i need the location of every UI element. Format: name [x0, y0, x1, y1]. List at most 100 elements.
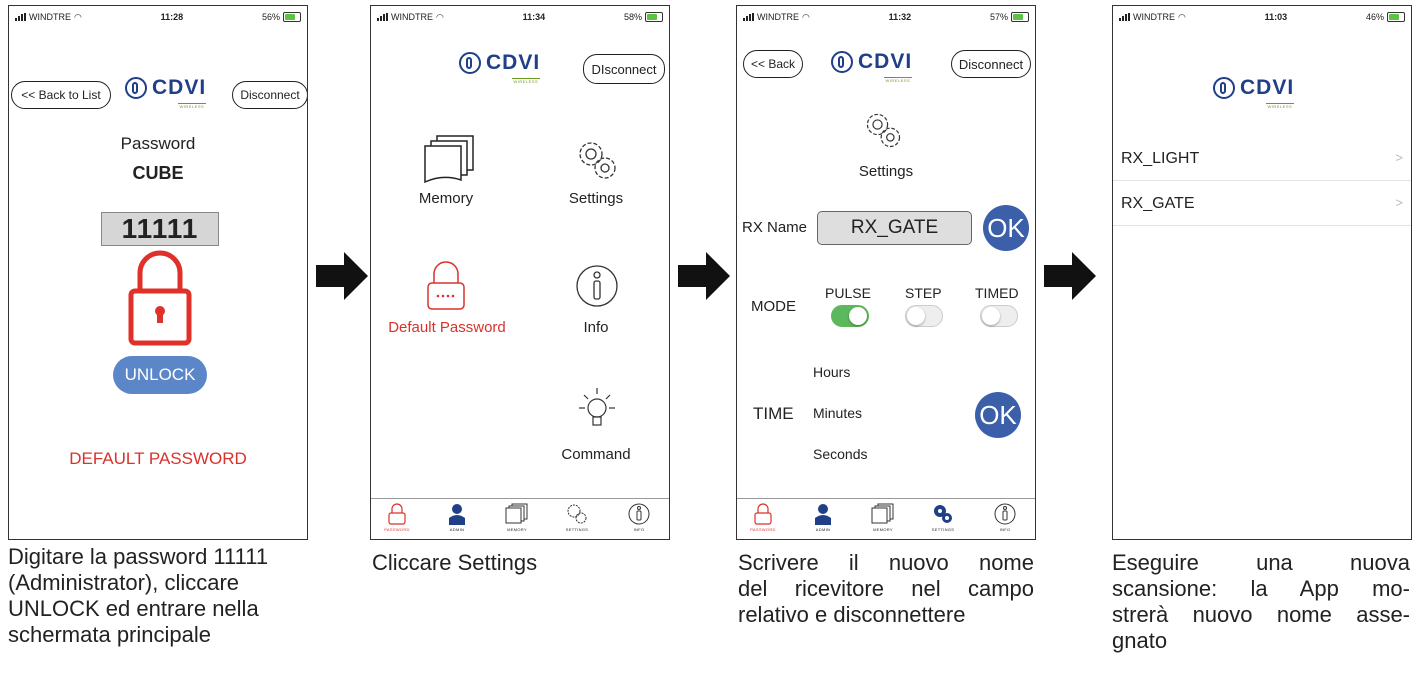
time-label: TIME: [753, 404, 794, 423]
mode-step-label: STEP: [905, 285, 942, 301]
wifi-icon: ◠: [1178, 11, 1186, 22]
menu-command[interactable]: Command: [551, 386, 641, 466]
menu-info[interactable]: Info: [551, 264, 641, 344]
menu-settings-label: Settings: [568, 190, 624, 207]
signal-icon: [15, 13, 26, 21]
menu-command-label: Command: [561, 446, 631, 463]
cdvi-logo: CDVI WIRELESS: [125, 76, 207, 109]
rx-name-label: RX Name: [742, 219, 808, 236]
device-row-rx-light[interactable]: RX_LIGHT >: [1113, 136, 1411, 181]
tab-memory[interactable]: MEMORY: [497, 503, 537, 532]
memory-icon: [505, 503, 528, 524]
pulse-toggle[interactable]: [831, 305, 869, 327]
admin-user-icon: [449, 504, 465, 525]
time-ok-button[interactable]: OK: [975, 392, 1021, 438]
tab-password[interactable]: PASSWORD: [377, 503, 417, 532]
disconnect-button[interactable]: DIsconnect: [583, 54, 665, 84]
tab-info[interactable]: INFO: [619, 503, 659, 532]
settings-gears-icon: [866, 113, 901, 148]
screen-settings: WINDTRE ◠ 11:32 57% << Back CDVI WIRELESS…: [736, 5, 1036, 540]
status-bar: WINDTRE ◠ 11:32 57%: [743, 10, 1029, 24]
settings-gears-icon: [567, 504, 587, 524]
caption-step-3: Scrivere il nuovo nome del ricevitore ne…: [738, 550, 1034, 627]
admin-user-icon: [815, 504, 831, 525]
tab-settings[interactable]: SETTINGS: [557, 503, 597, 532]
caption-step-1: Digitare la password 11111 (Administrato…: [8, 544, 269, 647]
chevron-right-icon: >: [1395, 195, 1403, 210]
tab-memory[interactable]: MEMORY: [863, 503, 903, 532]
lock-icon: [754, 503, 772, 525]
timed-toggle[interactable]: [980, 305, 1018, 327]
signal-icon: [377, 13, 388, 21]
device-name: RX_GATE: [1121, 195, 1195, 212]
screen-main-menu: WINDTRE ◠ 11:34 58% CDVI WIRELESS DIsconn…: [370, 5, 670, 540]
memory-icon: [424, 135, 474, 184]
lightbulb-icon: [579, 388, 615, 426]
cdvi-logo: CDVI WIRELESS: [459, 51, 541, 84]
unlock-button[interactable]: UNLOCK: [113, 356, 207, 394]
cdvi-logo: CDVI WIRELESS: [831, 50, 913, 83]
menu-info-label: Info: [583, 319, 609, 336]
time-minutes-label: Minutes: [813, 405, 863, 421]
time-hours-label: Hours: [813, 364, 851, 380]
time-seconds-label: Seconds: [813, 446, 868, 462]
screen-device-list: WINDTRE ◠ 11:03 46% CDVI WIRELESS RX_LIGH…: [1112, 5, 1412, 540]
menu-memory-label: Memory: [418, 190, 474, 207]
device-name: CUBE: [132, 163, 184, 183]
caption-step-2: Cliccare Settings: [372, 550, 538, 575]
clock: 11:28: [160, 12, 184, 22]
battery-percent: 58%: [623, 12, 642, 22]
caption-step-4: Eseguire una nuova scansione: la App mo-…: [1112, 550, 1410, 653]
cdvi-logo-icon: [1213, 77, 1235, 99]
cdvi-logo-icon: [831, 51, 853, 73]
memory-icon: [871, 503, 894, 524]
settings-gears-icon: [579, 142, 616, 179]
clock: 11:32: [888, 12, 912, 22]
status-bar: WINDTRE ◠ 11:28 56%: [15, 10, 301, 24]
menu-default-password-label: Default Password: [388, 319, 506, 336]
device-row-rx-gate[interactable]: RX_GATE >: [1113, 181, 1411, 226]
battery-icon: [283, 12, 301, 22]
carrier: WINDTRE: [757, 12, 799, 22]
tab-password[interactable]: PASSWORD: [743, 503, 783, 532]
clock: 11:03: [1264, 12, 1288, 22]
tab-info[interactable]: INFO: [985, 503, 1025, 532]
mode-pulse-label: PULSE: [825, 285, 871, 301]
lock-icon: [388, 503, 406, 525]
status-bar: WINDTRE ◠ 11:03 46%: [1119, 10, 1405, 24]
cdvi-logo-icon: [125, 77, 147, 99]
battery-icon: [1011, 12, 1029, 22]
wifi-icon: ◠: [74, 11, 82, 22]
default-password-link[interactable]: DEFAULT PASSWORD: [9, 449, 307, 469]
menu-memory[interactable]: Memory: [401, 134, 491, 214]
tab-bar: PASSWORD ADMIN MEMORY SETTINGS INFO: [737, 498, 1035, 539]
menu-default-password[interactable]: Default Password: [381, 261, 513, 341]
screen-password: WINDTRE ◠ 11:28 56% << Back to List CDVI …: [8, 5, 308, 540]
battery-icon: [645, 12, 663, 22]
tab-settings[interactable]: SETTINGS: [923, 503, 963, 532]
tab-admin[interactable]: ADMIN: [437, 503, 477, 532]
rx-name-input[interactable]: RX_GATE: [817, 211, 972, 245]
back-button[interactable]: << Back: [743, 50, 803, 78]
carrier: WINDTRE: [391, 12, 433, 22]
cdvi-logo-icon: [459, 52, 481, 74]
step-toggle[interactable]: [905, 305, 943, 327]
password-input[interactable]: 11111: [101, 212, 219, 246]
info-icon: [994, 503, 1016, 525]
clock: 11:34: [522, 12, 546, 22]
disconnect-button[interactable]: Disconnect: [232, 81, 307, 109]
back-to-list-button[interactable]: << Back to List: [11, 81, 111, 109]
menu-settings[interactable]: Settings: [551, 134, 641, 214]
rx-name-ok-button[interactable]: OK: [983, 205, 1029, 251]
mode-timed-label: TIMED: [975, 285, 1019, 301]
settings-title: Settings: [858, 163, 914, 180]
tab-admin[interactable]: ADMIN: [803, 503, 843, 532]
info-icon: [576, 265, 618, 307]
battery-percent: 56%: [261, 12, 280, 22]
password-label: Password: [120, 134, 196, 153]
tab-bar: PASSWORD ADMIN MEMORY SETTINGS INFO: [371, 498, 669, 539]
wifi-icon: ◠: [436, 11, 444, 22]
disconnect-button[interactable]: Disconnect: [951, 50, 1031, 78]
chevron-right-icon: >: [1395, 150, 1403, 165]
battery-percent: 57%: [989, 12, 1008, 22]
